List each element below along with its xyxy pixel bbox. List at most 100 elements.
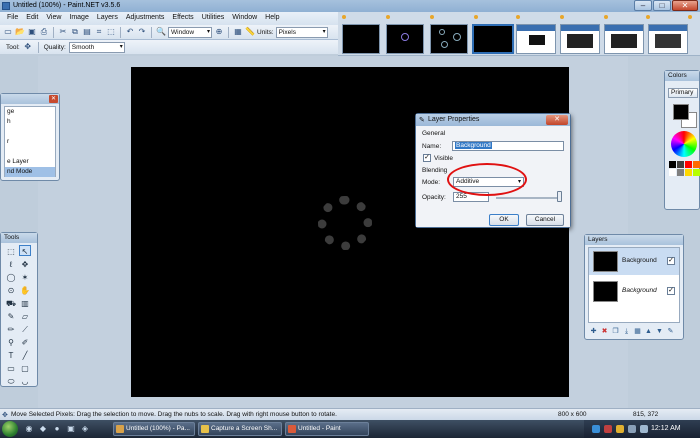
cut-icon[interactable]: ✂ (58, 27, 68, 37)
add-layer-icon[interactable]: ✚ (589, 327, 598, 336)
menu-effects[interactable]: Effects (168, 12, 197, 25)
image-thumbnail[interactable] (430, 24, 468, 54)
menu-image[interactable]: Image (65, 12, 92, 25)
ellipse-select-tool-icon[interactable]: ◯ (5, 271, 17, 282)
copy-icon[interactable]: ⧉ (70, 27, 80, 37)
quick-launch-icon[interactable]: ▣ (66, 424, 76, 434)
zoom-tool-icon[interactable]: ⊙ (5, 284, 17, 295)
pan-tool-icon[interactable]: ✋ (19, 284, 31, 295)
zoom-in-icon[interactable]: ⊕ (214, 27, 224, 37)
cancel-button[interactable]: Cancel (526, 214, 564, 226)
rectangle-select-tool-icon[interactable]: ⬚ (5, 245, 17, 256)
palette-swatch[interactable] (669, 169, 676, 176)
volume-icon[interactable] (640, 425, 648, 433)
menu-view[interactable]: View (42, 12, 65, 25)
freeform-shape-tool-icon[interactable]: ◡ (19, 375, 31, 386)
opacity-slider-track[interactable] (496, 197, 562, 199)
image-thumbnail[interactable] (648, 24, 688, 54)
image-thumbnail[interactable] (560, 24, 600, 54)
menu-window[interactable]: Window (228, 12, 261, 25)
gradient-tool-icon[interactable]: ▥ (19, 297, 31, 308)
menu-adjustments[interactable]: Adjustments (122, 12, 169, 25)
clone-stamp-tool-icon[interactable]: ⚲ (5, 336, 17, 347)
rectangle-tool-icon[interactable]: ▭ (5, 362, 17, 373)
menu-help[interactable]: Help (261, 12, 283, 25)
menu-utilities[interactable]: Utilities (198, 12, 229, 25)
close-icon[interactable]: ✕ (49, 95, 58, 103)
zoom-icon[interactable]: 🔍 (156, 27, 166, 37)
quick-launch-icon[interactable]: ◈ (80, 424, 90, 434)
taskbar-item[interactable]: Untitled (100%) - Pa... (113, 422, 195, 436)
history-item[interactable] (5, 127, 55, 137)
palette-swatch[interactable] (693, 161, 700, 168)
maximize-button[interactable]: □ (653, 0, 671, 11)
grid-icon[interactable]: ▦ (233, 27, 243, 37)
quality-dropdown[interactable]: Smooth ▾ (68, 41, 125, 53)
quick-launch-icon[interactable]: ◉ (24, 424, 34, 434)
taskbar-item[interactable]: Capture a Screen Sh... (198, 422, 282, 436)
image-thumbnail[interactable] (386, 24, 424, 54)
paintbrush-tool-icon[interactable]: ✎ (5, 310, 17, 321)
undo-icon[interactable]: ↶ (125, 27, 135, 37)
layer-properties-icon[interactable]: ▦ (633, 327, 642, 336)
palette-swatch[interactable] (677, 169, 684, 176)
move-selection-tool-icon[interactable]: ↖ (19, 245, 31, 256)
dialog-close-button[interactable]: ✕ (546, 115, 568, 125)
network-icon[interactable] (628, 425, 636, 433)
open-file-icon[interactable]: 📂 (15, 27, 25, 37)
visible-checkbox[interactable]: ✓ (423, 154, 431, 162)
eraser-tool-icon[interactable]: ▱ (19, 310, 31, 321)
window-dropdown[interactable]: Window ▾ (168, 26, 212, 38)
ellipse-tool-icon[interactable]: ⬭ (5, 375, 17, 386)
ruler-icon[interactable]: 📏 (245, 27, 255, 37)
layer-properties-wrench-icon[interactable]: ✎ (666, 327, 675, 336)
history-item[interactable]: e Layer (5, 157, 55, 167)
move-layer-up-icon[interactable]: ▲ (644, 327, 653, 336)
redo-icon[interactable]: ↷ (137, 27, 147, 37)
quick-launch-icon[interactable]: ● (52, 424, 62, 434)
save-icon[interactable]: ▣ (27, 27, 37, 37)
new-file-icon[interactable]: ▭ (3, 27, 13, 37)
tray-icon[interactable] (604, 425, 612, 433)
tray-icon[interactable] (592, 425, 600, 433)
palette-swatch[interactable] (677, 161, 684, 168)
history-item[interactable]: r (5, 137, 55, 147)
primary-color-swatch[interactable] (673, 104, 689, 120)
duplicate-layer-icon[interactable]: ❐ (611, 327, 620, 336)
palette-swatch[interactable] (685, 161, 692, 168)
text-tool-icon[interactable]: T (5, 349, 17, 360)
history-item[interactable]: h (5, 117, 55, 127)
history-item[interactable] (5, 147, 55, 157)
units-dropdown[interactable]: Pixels ▾ (275, 26, 328, 38)
taskbar-item[interactable]: Untitled - Paint (285, 422, 369, 436)
move-layer-down-icon[interactable]: ▼ (655, 327, 664, 336)
rounded-rectangle-tool-icon[interactable]: ▢ (19, 362, 31, 373)
close-button[interactable]: ✕ (672, 0, 698, 11)
magic-wand-tool-icon[interactable]: ✶ (19, 271, 31, 282)
image-thumbnail-selected[interactable] (472, 24, 514, 54)
menu-layers[interactable]: Layers (93, 12, 122, 25)
history-item[interactable]: ge (5, 107, 55, 117)
layer-row[interactable]: Background ✓ (589, 278, 679, 305)
image-thumbnail[interactable] (342, 24, 380, 54)
menu-file[interactable]: File (3, 12, 22, 25)
minimize-button[interactable]: – (634, 0, 652, 11)
line-tool-icon[interactable]: ╱ (19, 349, 31, 360)
layer-visible-checkbox[interactable]: ✓ (667, 287, 675, 295)
menu-edit[interactable]: Edit (22, 12, 42, 25)
color-picker-tool-icon[interactable]: ⟋ (19, 323, 31, 334)
opacity-slider-thumb[interactable] (557, 191, 562, 202)
merge-layer-down-icon[interactable]: ⤓ (622, 327, 631, 336)
layer-row-selected[interactable]: Background ✓ (589, 248, 679, 275)
layer-visible-checkbox[interactable]: ✓ (667, 257, 675, 265)
layer-name-input[interactable]: Background (452, 141, 564, 151)
palette-swatch[interactable] (693, 169, 700, 176)
recolor-tool-icon[interactable]: ✐ (19, 336, 31, 347)
paint-bucket-tool-icon[interactable]: ⛟ (5, 297, 17, 308)
pencil-tool-icon[interactable]: ✏ (5, 323, 17, 334)
palette-swatch[interactable] (685, 169, 692, 176)
paste-icon[interactable]: ▤ (82, 27, 92, 37)
delete-layer-icon[interactable]: ✖ (600, 327, 609, 336)
image-thumbnail[interactable] (604, 24, 644, 54)
ok-button[interactable]: OK (489, 214, 519, 226)
